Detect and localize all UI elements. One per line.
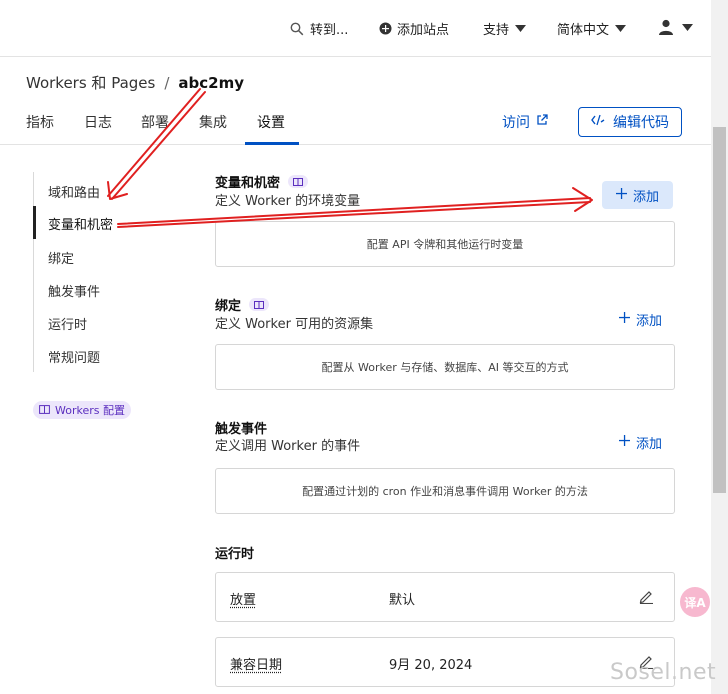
plus-circle-icon [379, 22, 392, 35]
compat-date-key: 兼容日期 [230, 658, 283, 673]
triggers-empty-text: 配置通过计划的 cron 作业和消息事件调用 Worker 的方法 [302, 485, 588, 498]
search-icon [290, 22, 304, 36]
annotation-arrow-2-head [572, 187, 593, 212]
sidenav-item-variables-secrets[interactable]: 变量和机密 [48, 214, 113, 233]
book-icon[interactable] [288, 175, 309, 188]
bindings-description: 定义 Worker 可用的资源集 [215, 317, 374, 332]
settings-sidenav: 域和路由 变量和机密 绑定 触发事件 运行时 常规问题 [33, 172, 143, 372]
book-icon [39, 404, 50, 417]
user-icon [658, 19, 674, 35]
placement-key: 放置 [230, 593, 257, 608]
breadcrumb-separator: / [164, 73, 170, 92]
add-binding-label: 添加 [636, 313, 663, 329]
bindings-section-title: 绑定 [215, 295, 270, 314]
visit-label: 访问 [502, 115, 530, 131]
variables-empty-text: 配置 API 令牌和其他运行时变量 [366, 238, 524, 251]
goto-button[interactable]: 转到... [290, 19, 348, 38]
chevron-down-icon [615, 25, 627, 32]
pencil-icon[interactable] [639, 589, 654, 608]
sidenav-item-bindings[interactable]: 绑定 [48, 248, 74, 267]
translate-label: 译A [684, 595, 706, 610]
runtime-section-title: 运行时 [215, 543, 254, 562]
bindings-title-text: 绑定 [215, 299, 242, 314]
tab-deployments[interactable]: 部署 [141, 112, 169, 132]
plus-icon [616, 187, 627, 203]
breadcrumb-parent-link[interactable]: Workers 和 Pages [26, 72, 155, 93]
runtime-title-text: 运行时 [215, 547, 255, 562]
external-link-icon [536, 114, 548, 130]
visit-link[interactable]: 访问 [502, 112, 548, 132]
tab-integrations[interactable]: 集成 [199, 112, 227, 132]
tab-logs[interactable]: 日志 [84, 112, 112, 132]
tab-metrics[interactable]: 指标 [26, 112, 54, 132]
tab-settings[interactable]: 设置 [257, 112, 285, 132]
translate-button[interactable]: 译A [680, 587, 710, 617]
placement-value: 默认 [389, 593, 416, 608]
variables-empty-state: 配置 API 令牌和其他运行时变量 [215, 221, 675, 267]
add-site-label: 添加站点 [397, 23, 450, 38]
edit-code-button[interactable]: 编辑代码 [578, 107, 682, 137]
breadcrumb-current: abc2my [178, 73, 244, 92]
plus-icon [619, 434, 630, 450]
sidenav-item-domains-routes[interactable]: 域和路由 [48, 182, 100, 201]
add-trigger-label: 添加 [636, 436, 663, 452]
watermark: Sosel.net [610, 660, 717, 685]
goto-label: 转到... [310, 23, 349, 38]
bindings-empty-text: 配置从 Worker 与存储、数据库、AI 等交互的方式 [321, 361, 569, 374]
top-navigation-bar: 转到... 添加站点 支持 简体中文 [0, 0, 711, 57]
triggers-empty-state: 配置通过计划的 cron 作业和消息事件调用 Worker 的方法 [215, 468, 675, 514]
workers-config-badge[interactable]: Workers 配置 [33, 401, 131, 419]
add-variable-button[interactable]: 添加 [602, 181, 674, 209]
chevron-down-icon [515, 25, 527, 32]
support-menu[interactable]: 支持 [483, 19, 527, 38]
edit-code-label: 编辑代码 [613, 115, 669, 131]
plus-icon [619, 311, 630, 327]
sidenav-item-faq[interactable]: 常规问题 [48, 347, 100, 366]
add-binding-button[interactable]: 添加 [605, 305, 676, 333]
active-nav-indicator [33, 206, 36, 239]
add-trigger-button[interactable]: 添加 [605, 428, 676, 456]
bindings-empty-state: 配置从 Worker 与存储、数据库、AI 等交互的方式 [215, 344, 675, 390]
language-menu[interactable]: 简体中文 [557, 19, 627, 38]
variables-section-title: 变量和机密 [215, 172, 309, 191]
add-site-button[interactable]: 添加站点 [379, 19, 449, 38]
book-icon[interactable] [249, 298, 270, 311]
triggers-description: 定义调用 Worker 的事件 [215, 439, 361, 454]
scrollbar-thumb[interactable] [713, 127, 726, 493]
runtime-row-placement: 放置 默认 [215, 572, 675, 622]
code-icon [591, 114, 605, 130]
sidenav-item-triggers[interactable]: 触发事件 [48, 281, 100, 300]
workers-config-label: Workers 配置 [55, 404, 125, 417]
chevron-down-icon [682, 23, 693, 31]
language-label: 简体中文 [557, 23, 610, 38]
active-tab-indicator [245, 142, 299, 145]
breadcrumb: Workers 和 Pages / abc2my [26, 72, 244, 93]
runtime-row-compat-date: 兼容日期 9月 20, 2024 [215, 637, 675, 687]
user-menu[interactable] [658, 19, 693, 35]
add-variable-label: 添加 [633, 189, 660, 205]
support-label: 支持 [483, 23, 510, 38]
sidenav-item-runtime[interactable]: 运行时 [48, 314, 87, 333]
variables-title-text: 变量和机密 [215, 176, 281, 191]
compat-date-value: 9月 20, 2024 [389, 658, 473, 673]
variables-description: 定义 Worker 的环境变量 [215, 194, 361, 209]
